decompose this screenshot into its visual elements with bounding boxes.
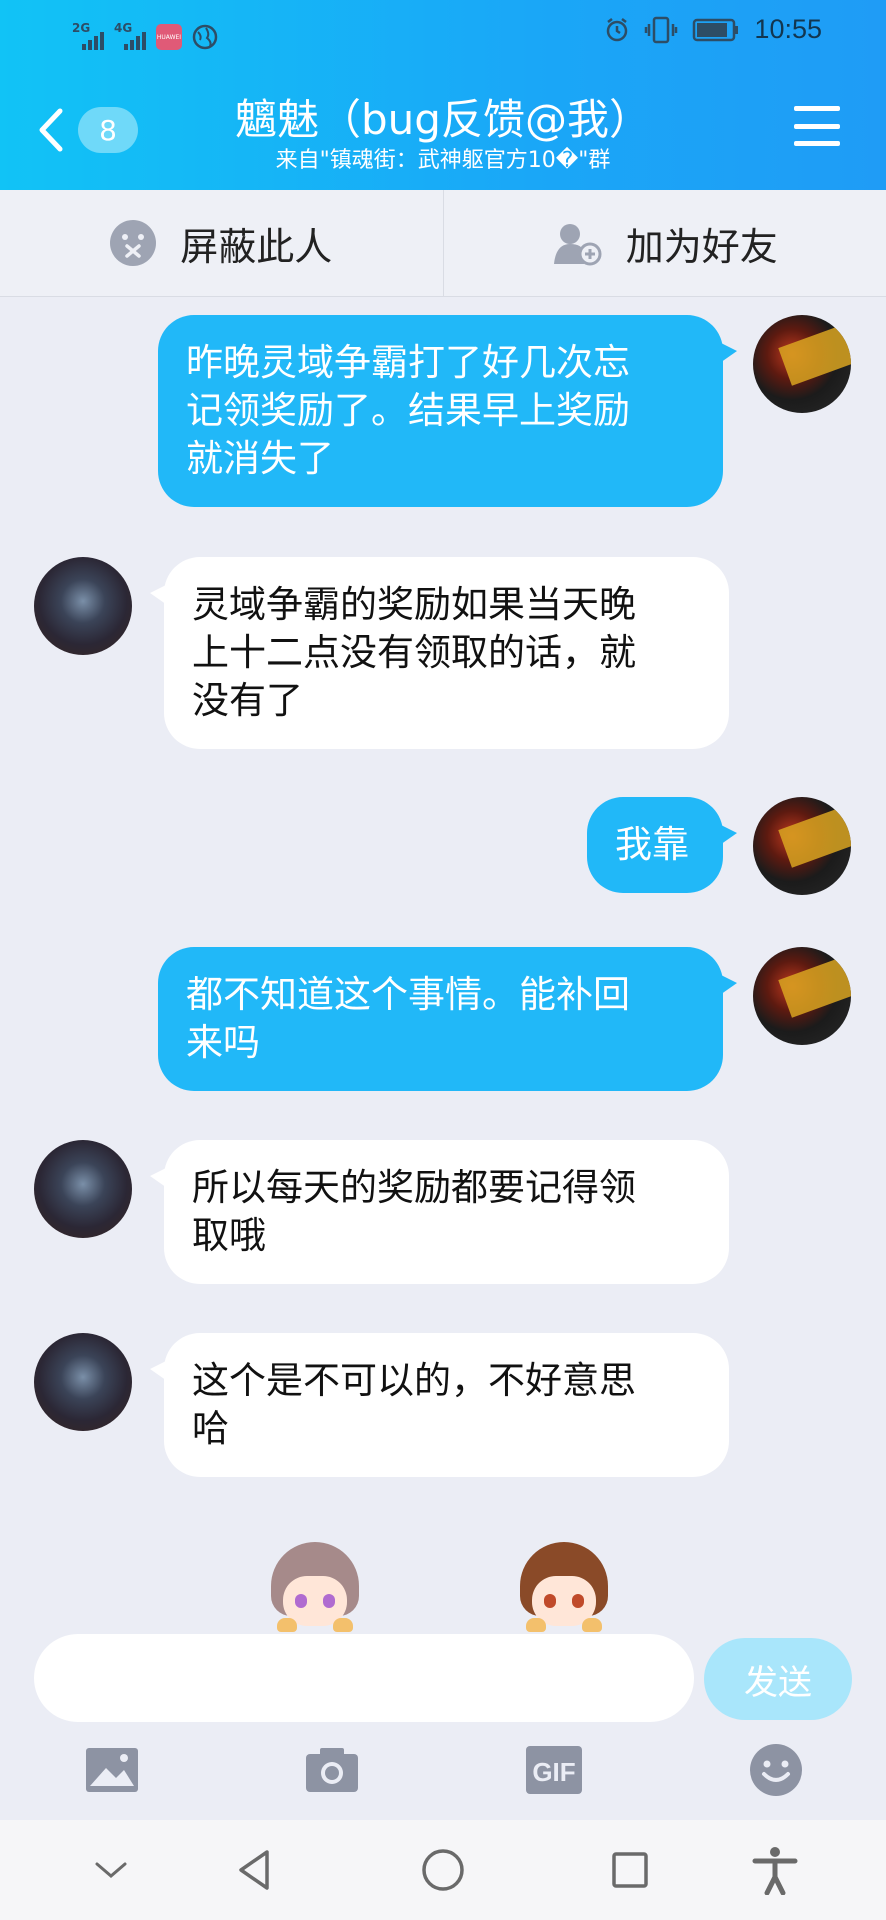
- my-avatar[interactable]: [753, 315, 851, 413]
- gif-icon[interactable]: GIF: [524, 1740, 584, 1800]
- composer: 发送 GIF: [0, 1632, 886, 1820]
- image-icon[interactable]: [82, 1740, 142, 1800]
- hide-nav-button[interactable]: [83, 1842, 139, 1898]
- message-list[interactable]: 昨晚灵域争霸打了好几次忘 记领奖励了。结果早上奖励 就消失了 灵域争霸的奖励如果…: [0, 297, 886, 1632]
- boy-mascot-icon: [514, 1542, 614, 1632]
- square-recents-icon: [612, 1852, 648, 1888]
- menu-button[interactable]: [794, 106, 840, 146]
- contact-action-bar: 屏蔽此人 加为好友: [0, 190, 886, 297]
- message-line: 这个是不可以的，不好意思: [192, 1359, 636, 1402]
- menu-line: [794, 141, 840, 146]
- message-bubble-sent[interactable]: 我靠: [587, 797, 737, 893]
- chat-header: 2G 4G HUAWEI 10:55 8 魑魅（bug反馈@我） 来自"镇魂街：…: [0, 0, 886, 190]
- contact-avatar[interactable]: [34, 1333, 132, 1431]
- message-bubble-sent[interactable]: 昨晚灵域争霸打了好几次忘 记领奖励了。结果早上奖励 就消失了: [158, 315, 737, 507]
- message-line: 没有了: [192, 679, 303, 722]
- my-avatar[interactable]: [753, 947, 851, 1045]
- signal-sim2: 4G: [114, 22, 146, 50]
- block-user-button[interactable]: 屏蔽此人: [0, 190, 443, 296]
- message-line: 上十二点没有领取的话，就: [192, 631, 636, 674]
- add-friend-button[interactable]: 加为好友: [442, 190, 886, 296]
- emoji-icon[interactable]: [746, 1740, 806, 1800]
- add-friend-label: 加为好友: [625, 224, 778, 269]
- chat-title: 魑魅（bug反馈@我）: [235, 95, 651, 144]
- circle-home-icon: [422, 1849, 464, 1891]
- message-bubble-received[interactable]: 这个是不可以的，不好意思 哈: [150, 1333, 729, 1477]
- message-line: 昨晚灵域争霸打了好几次忘: [186, 341, 630, 384]
- menu-line: [794, 123, 840, 129]
- signal-bars-icon: [124, 30, 146, 50]
- message-input[interactable]: [34, 1634, 694, 1722]
- status-bar: 2G 4G HUAWEI 10:55: [0, 0, 886, 66]
- my-avatar[interactable]: [753, 797, 851, 895]
- signal-bars-icon: [82, 30, 104, 50]
- send-button[interactable]: 发送: [704, 1638, 852, 1720]
- message-line: 我靠: [615, 823, 689, 866]
- message-line: 哈: [192, 1407, 229, 1450]
- composer-toolbar: GIF: [0, 1740, 886, 1816]
- alarm-icon: [607, 17, 628, 41]
- girl-mascot-icon: [265, 1542, 365, 1632]
- system-navigation-bar: [0, 1820, 886, 1920]
- huawei-app-icon: HUAWEI: [156, 24, 182, 50]
- add-friend-icon: [553, 224, 602, 266]
- nav-home-button[interactable]: [415, 1842, 471, 1898]
- chevron-down-icon: [95, 1862, 127, 1878]
- chat-subtitle: 来自"镇魂街：武神躯官方10�"群: [275, 148, 611, 173]
- nav-back-button[interactable]: [227, 1842, 283, 1898]
- contact-avatar[interactable]: [34, 557, 132, 655]
- nav-bar: 8 魑魅（bug反馈@我） 来自"镇魂街：武神躯官方10�"群: [0, 80, 886, 190]
- vibrate-icon: [645, 16, 678, 43]
- nav-recents-button[interactable]: [602, 1842, 658, 1898]
- camera-icon[interactable]: [302, 1740, 362, 1800]
- message-line: 就消失了: [186, 437, 334, 480]
- globe-icon: [192, 24, 218, 50]
- message-bubble-received[interactable]: 所以每天的奖励都要记得领 取哦: [150, 1140, 729, 1284]
- block-icon: [110, 220, 157, 266]
- clock: 10:55: [754, 14, 822, 44]
- svg-text:GIF: GIF: [532, 1757, 575, 1787]
- contact-avatar[interactable]: [34, 1140, 132, 1238]
- menu-line: [794, 106, 840, 111]
- message-bubble-sent[interactable]: 都不知道这个事情。能补回 来吗: [158, 947, 737, 1091]
- message-line: 都不知道这个事情。能补回: [186, 973, 630, 1016]
- message-line: 取哦: [192, 1214, 266, 1257]
- accessibility-button[interactable]: [747, 1842, 803, 1898]
- signal-sim1: 2G: [72, 22, 104, 50]
- message-line: 来吗: [186, 1021, 260, 1064]
- message-line: 记领奖励了。结果早上奖励: [186, 389, 630, 432]
- message-line: 所以每天的奖励都要记得领: [192, 1166, 636, 1209]
- triangle-back-icon: [239, 1850, 269, 1890]
- message-line: 灵域争霸的奖励如果当天晚: [192, 583, 636, 626]
- block-user-label: 屏蔽此人: [180, 224, 333, 269]
- message-bubble-received[interactable]: 灵域争霸的奖励如果当天晚 上十二点没有领取的话，就 没有了: [150, 557, 729, 749]
- accessibility-icon: [752, 1847, 798, 1895]
- battery-icon: [693, 18, 739, 41]
